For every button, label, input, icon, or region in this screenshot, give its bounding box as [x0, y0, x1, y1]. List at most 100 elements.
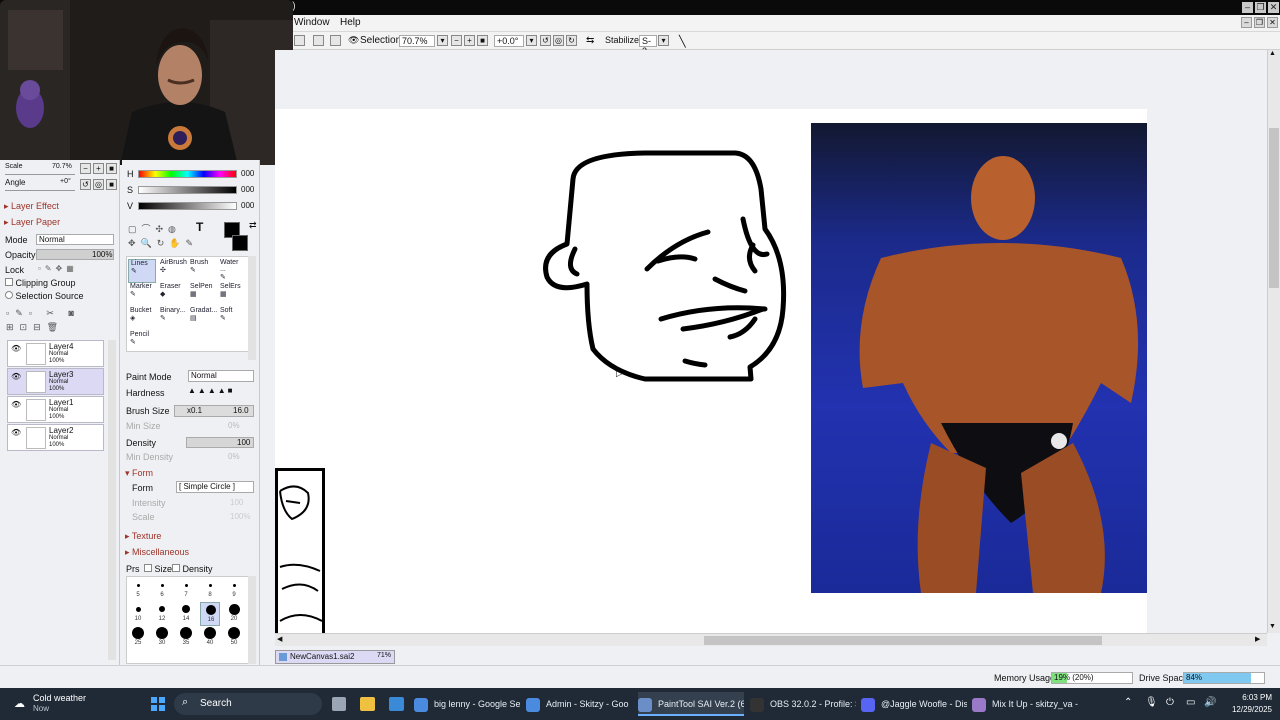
tool-airbrush[interactable]: AirBrush ✣ [158, 259, 187, 283]
select-tools-row[interactable]: ▢⌒✣◍ [128, 222, 181, 235]
tool-binary[interactable]: Binary... ✎ [158, 307, 186, 331]
search-box[interactable]: ⌕ Search [174, 693, 322, 715]
tray-chevron-icon[interactable]: ⌃ [1124, 697, 1132, 708]
close-button[interactable]: ✕ [1268, 2, 1279, 13]
clock-time[interactable]: 6:03 PM [1226, 693, 1272, 702]
layer-list-scrollbar[interactable] [108, 340, 116, 660]
layer-row[interactable]: 👁 Layer1 Normal 100% [7, 396, 104, 423]
swap-colors-icon[interactable]: ⇄ [249, 220, 257, 231]
scale-slider[interactable] [5, 174, 75, 175]
network-icon[interactable]: ▭ [1186, 697, 1195, 708]
hue-slider[interactable] [138, 170, 237, 178]
zoom-field[interactable]: 70.7% [399, 35, 435, 47]
scroll-left-icon[interactable]: ◀ [277, 635, 282, 643]
layer-row[interactable]: 👁 Layer4 Normal 100% [7, 340, 104, 367]
eye-icon[interactable]: 👁 [11, 372, 21, 381]
tool-soft[interactable]: Soft ✎ [218, 307, 246, 331]
brush-size-cell[interactable]: 35 [176, 626, 196, 650]
tool-lines[interactable]: Lines ✎ [128, 259, 156, 283]
stabilizer-field[interactable]: S-2 [639, 35, 657, 56]
maximize-button[interactable]: ❐ [1255, 2, 1266, 13]
weather-icon[interactable]: ☁ [14, 698, 26, 710]
vertical-scrollbar[interactable]: ▲ ▼ [1267, 50, 1280, 633]
taskbar-app[interactable]: Admin - Skitzy - Goo [526, 692, 632, 716]
prs-size-checkbox[interactable]: Size [144, 564, 172, 574]
layer-actions-row[interactable]: ▫✎▫ ✂ ◙ [6, 308, 114, 320]
value-slider[interactable] [138, 202, 237, 210]
mdi-minimize-button[interactable]: – [1241, 17, 1252, 28]
brush-size-cell[interactable]: 25 [128, 626, 148, 650]
weather-title[interactable]: Cold weather [33, 693, 86, 703]
rotate-right-icon[interactable]: ↻ [566, 35, 577, 46]
tool-pencil[interactable]: Pencil ✎ [128, 331, 156, 355]
brush-size-cell[interactable]: 12 [152, 602, 172, 626]
selection-visibility-icon[interactable]: 👁 [348, 35, 359, 47]
stabilizer-dropdown[interactable]: ▾ [658, 35, 669, 46]
rotate-reset-icon[interactable]: ◎ [553, 35, 564, 46]
tool-eraser[interactable]: Eraser ◆ [158, 283, 186, 307]
brush-size-cell[interactable]: 9 [224, 578, 244, 602]
layer-actions-row-2[interactable]: ⊞⊡⊟🗑 [6, 322, 76, 334]
toolbar-button[interactable] [330, 35, 341, 46]
hardness-selector[interactable]: ▲▲▲▲■ [188, 386, 254, 398]
paint-mode-select[interactable]: Normal [188, 370, 254, 382]
store-icon[interactable] [389, 697, 404, 711]
taskbar-app[interactable]: OBS 32.0.2 - Profile: S [750, 692, 856, 716]
horizontal-scroll-thumb[interactable] [704, 636, 1102, 645]
scroll-right-icon[interactable]: ▶ [1255, 635, 1260, 643]
tool-selpen[interactable]: SelPen ▦ [188, 283, 216, 307]
rotate-right-icon[interactable]: ■ [106, 179, 117, 190]
brush-size-cell[interactable]: 40 [200, 626, 220, 650]
menu-help[interactable]: Help [340, 17, 361, 28]
brush-size-cell[interactable]: 5 [128, 578, 148, 602]
brush-size-cell[interactable]: 7 [176, 578, 196, 602]
brush-size-cell[interactable]: 16 [200, 602, 220, 626]
layer-paper-header[interactable]: ▸ Layer Paper [4, 217, 60, 228]
brush-size-cell[interactable]: 6 [152, 578, 172, 602]
tool-selers[interactable]: SelErs ▦ [218, 283, 246, 307]
canvas-tab[interactable]: NewCanvas1.sai2 71% [275, 650, 395, 664]
tool-brush[interactable]: Brush ✎ [188, 259, 216, 283]
eye-icon[interactable]: 👁 [11, 428, 21, 437]
line-tool-icon[interactable]: ╲ [679, 35, 686, 48]
file-explorer-icon[interactable] [360, 697, 375, 711]
windows-start-icon[interactable] [151, 697, 165, 711]
toolbar-button[interactable] [294, 35, 305, 46]
mdi-close-button[interactable]: ✕ [1267, 17, 1278, 28]
size-grid-scrollbar[interactable] [248, 576, 256, 664]
brush-size-cell[interactable]: 8 [200, 578, 220, 602]
rotation-field[interactable]: +0.0° [494, 35, 524, 47]
brush-size-cell[interactable]: 14 [176, 602, 196, 626]
texture-header[interactable]: ▸ Texture [125, 531, 161, 542]
taskbar-app[interactable]: big lenny - Google Se [414, 692, 520, 716]
brush-size-cell[interactable]: 20 [224, 602, 244, 626]
tray-icon[interactable]: ⏻ [1166, 697, 1174, 708]
eye-icon[interactable]: 👁 [11, 344, 21, 353]
scroll-up-icon[interactable]: ▲ [1269, 50, 1276, 57]
tool-water[interactable]: Water ... ✎ [218, 259, 246, 283]
secondary-color-swatch[interactable] [232, 235, 248, 251]
nav-zoom-out-button[interactable]: − [80, 163, 91, 174]
brush-size-cell[interactable]: 50 [224, 626, 244, 650]
nav-zoom-in-button[interactable]: + [93, 163, 104, 174]
prs-density-checkbox[interactable]: Density [172, 564, 213, 574]
zoom-dropdown[interactable]: ▾ [437, 35, 448, 46]
tool-grid-scrollbar[interactable] [248, 256, 256, 360]
saturation-slider[interactable] [138, 186, 237, 194]
brush-size-cell[interactable]: 10 [128, 602, 148, 626]
vertical-scroll-thumb[interactable] [1269, 128, 1279, 288]
angle-slider[interactable] [5, 190, 75, 191]
form-select[interactable]: [ Simple Circle ] [176, 481, 254, 493]
zoom-out-button[interactable]: − [451, 35, 462, 46]
rotate-reset-icon[interactable]: ◎ [93, 179, 104, 190]
menu-window[interactable]: Window [294, 17, 330, 28]
layer-row[interactable]: 👁 Layer2 Normal 100% [7, 424, 104, 451]
brush-size-slider[interactable]: x0.1 16.0 [174, 405, 254, 417]
tool-gradation[interactable]: Gradat... ▤ [188, 307, 217, 331]
eye-icon[interactable]: 👁 [11, 400, 21, 409]
lock-icons[interactable]: ▫✎✥▦ [38, 264, 78, 273]
horizontal-scrollbar[interactable]: ◀ ▶ [275, 633, 1267, 646]
rotate-left-icon[interactable]: ↺ [540, 35, 551, 46]
toolbar-button[interactable] [313, 35, 324, 46]
microphone-icon[interactable]: 🎙 [1145, 697, 1158, 708]
